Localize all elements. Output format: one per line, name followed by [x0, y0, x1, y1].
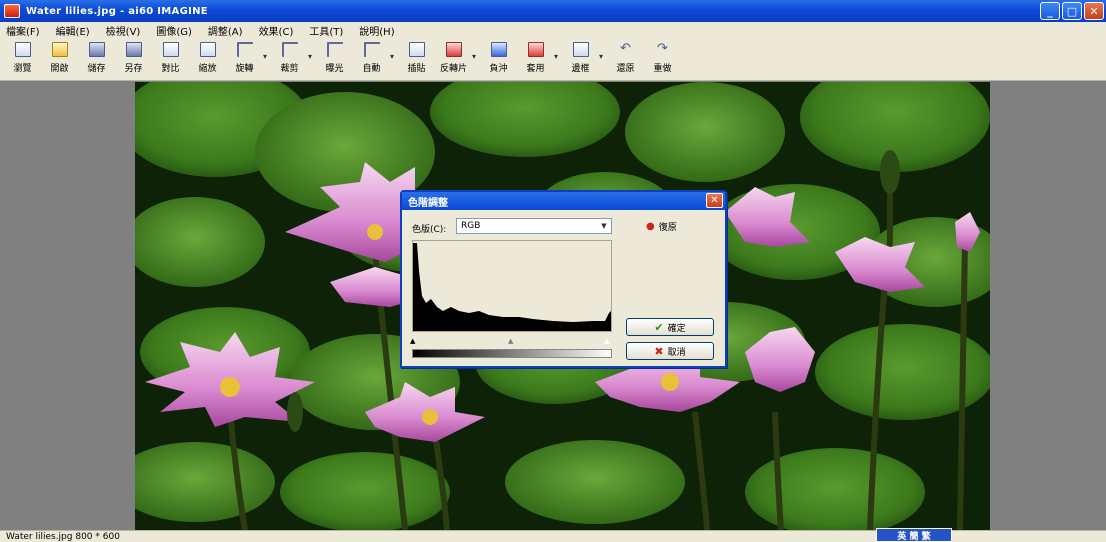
auto-label: 自動	[362, 64, 381, 74]
menu-view[interactable]: 檢視(V)	[106, 23, 141, 38]
channel-value: RGB	[461, 221, 481, 231]
redo-label: 重做	[653, 64, 672, 74]
close-button[interactable]: ✕	[1084, 2, 1104, 20]
levels-dialog: 色階調整 ✕ 色版(C): RGB ▼ ● 復原 ▲ ▲ ▲ ✔ 確定 ✖ 取消	[400, 190, 727, 368]
cross-process-label: 負沖	[489, 64, 508, 74]
channel-select[interactable]: RGB ▼	[456, 218, 612, 234]
histogram	[412, 240, 612, 332]
open-label: 開啟	[50, 64, 69, 74]
rotate-icon	[236, 42, 253, 57]
auto-dropdown-icon[interactable]: ▾	[390, 42, 398, 61]
menu-tools[interactable]: 工具(T)	[309, 23, 343, 38]
menu-file[interactable]: 檔案(F)	[6, 23, 40, 38]
save-as-label: 另存	[124, 64, 143, 74]
window-title: Water lilies.jpg - ai60 IMAGINE	[26, 5, 208, 17]
exposure-button[interactable]: 曝光	[316, 42, 353, 78]
apply-label: 套用	[526, 64, 545, 74]
redo-button[interactable]: 重做	[644, 42, 681, 78]
menu-effects[interactable]: 效果(C)	[259, 23, 294, 38]
paste-label: 插貼	[407, 64, 426, 74]
cross-process-icon	[490, 42, 507, 57]
checkmark-icon: ✔	[654, 320, 664, 334]
black-point-marker[interactable]: ▲	[410, 337, 415, 345]
reset-icon: ●	[646, 221, 655, 232]
crop-label: 裁剪	[280, 64, 299, 74]
chevron-down-icon[interactable]: ▼	[598, 220, 610, 232]
browse-button[interactable]: 瀏覽	[4, 42, 41, 78]
redo-icon	[655, 42, 671, 57]
dialog-title-bar[interactable]: 色階調整 ✕	[402, 192, 725, 210]
channel-label: 色版(C):	[412, 225, 447, 235]
save-button[interactable]: 儲存	[78, 42, 115, 78]
ok-button[interactable]: ✔ 確定	[626, 318, 714, 336]
menu-help[interactable]: 說明(H)	[359, 23, 394, 38]
menu-edit[interactable]: 編輯(E)	[56, 23, 90, 38]
open-folder-icon	[51, 42, 68, 57]
file-info: Water lilies.jpg 800 * 600	[6, 531, 120, 542]
cancel-button[interactable]: ✖ 取消	[626, 342, 714, 360]
rotate-dropdown-icon[interactable]: ▾	[263, 42, 271, 61]
apply-dropdown-icon[interactable]: ▾	[554, 42, 562, 61]
invert-icon	[445, 42, 462, 57]
exposure-icon	[326, 42, 343, 57]
zoom-label: 縮放	[198, 64, 217, 74]
cancel-label: 取消	[667, 347, 686, 358]
minimize-button[interactable]: _	[1040, 2, 1060, 20]
frame-button[interactable]: 邊框	[562, 42, 599, 78]
auto-button[interactable]: 自動	[353, 42, 390, 78]
save-disk-icon	[88, 42, 105, 57]
crop-button[interactable]: 裁剪	[271, 42, 308, 78]
crop-dropdown-icon[interactable]: ▾	[308, 42, 316, 61]
title-bar: Water lilies.jpg - ai60 IMAGINE _ □ ✕	[0, 0, 1106, 22]
frame-dropdown-icon[interactable]: ▾	[599, 42, 607, 61]
compare-icon	[162, 42, 179, 57]
save-as-icon	[125, 42, 142, 57]
undo-label: 還原	[616, 64, 635, 74]
save-label: 儲存	[87, 64, 106, 74]
cancel-x-icon: ✖	[654, 344, 664, 358]
zoom-button[interactable]: 縮放	[189, 42, 226, 78]
invert-label: 反轉片	[439, 64, 467, 74]
frame-icon	[572, 42, 589, 57]
reset-button[interactable]: ● 復原	[646, 220, 677, 233]
invert-dropdown-icon[interactable]: ▾	[472, 42, 480, 61]
dialog-close-button[interactable]: ✕	[706, 193, 723, 208]
toolbar: 瀏覽 開啟 儲存 另存 對比 縮放 旋轉 ▾ 裁剪 ▾ 曝光 自動 ▾ 插貼 反…	[0, 39, 1106, 81]
maximize-button[interactable]: □	[1062, 2, 1082, 20]
frame-label: 邊框	[571, 64, 590, 74]
apply-button[interactable]: 套用	[517, 42, 554, 78]
histogram-curve	[413, 243, 611, 331]
midtone-marker[interactable]: ▲	[508, 337, 513, 345]
zoom-icon	[199, 42, 216, 57]
open-button[interactable]: 開啟	[41, 42, 78, 78]
tone-gradient-bar	[412, 349, 612, 358]
rotate-button[interactable]: 旋轉	[226, 42, 263, 78]
crop-icon	[281, 42, 298, 57]
compare-label: 對比	[161, 64, 180, 74]
apply-icon	[527, 42, 544, 57]
auto-icon	[363, 42, 380, 57]
browse-label: 瀏覽	[13, 64, 32, 74]
reset-label: 復原	[658, 223, 677, 233]
window-controls: _ □ ✕	[1040, 2, 1104, 20]
menu-bar: 檔案(F) 編輯(E) 檢視(V) 圖像(G) 調整(A) 效果(C) 工具(T…	[0, 22, 1106, 39]
white-point-marker[interactable]: ▲	[604, 337, 609, 345]
menu-image[interactable]: 圖像(G)	[156, 23, 192, 38]
ime-tray[interactable]: 英 簡 繁	[876, 528, 952, 542]
compare-button[interactable]: 對比	[152, 42, 189, 78]
menu-adjust[interactable]: 調整(A)	[208, 23, 243, 38]
dialog-title: 色階調整	[408, 197, 448, 209]
paste-button[interactable]: 插貼	[398, 42, 435, 78]
cross-process-button[interactable]: 負沖	[480, 42, 517, 78]
browse-icon	[14, 42, 31, 57]
save-as-button[interactable]: 另存	[115, 42, 152, 78]
rotate-label: 旋轉	[235, 64, 254, 74]
ok-label: 確定	[667, 323, 686, 334]
app-icon	[4, 4, 20, 18]
undo-icon	[618, 42, 634, 57]
undo-button[interactable]: 還原	[607, 42, 644, 78]
exposure-label: 曝光	[325, 64, 344, 74]
invert-button[interactable]: 反轉片	[435, 42, 472, 78]
paste-icon	[408, 42, 425, 57]
